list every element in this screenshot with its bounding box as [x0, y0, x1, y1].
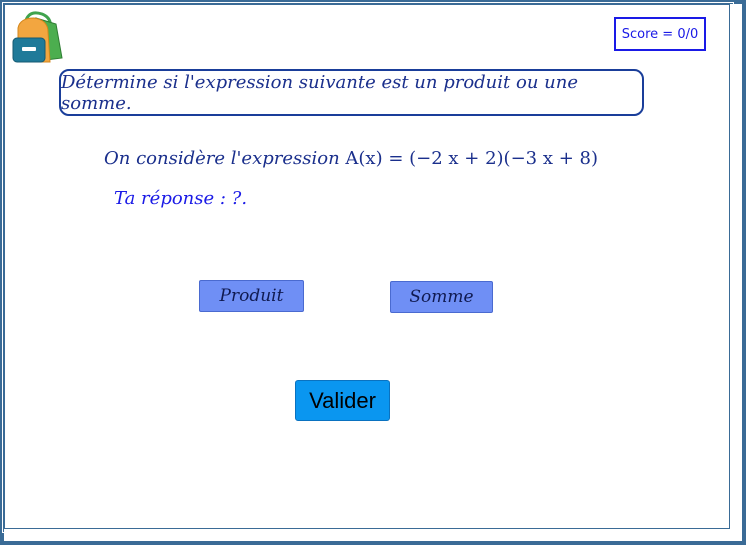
somme-label: Somme: [409, 287, 474, 307]
instruction-box: Détermine si l'expression suivante est u…: [59, 69, 644, 116]
produit-button[interactable]: Produit: [199, 280, 304, 312]
backpack-icon: [12, 11, 63, 63]
somme-button[interactable]: Somme: [390, 281, 493, 313]
valider-button[interactable]: Valider: [295, 380, 390, 421]
score-display: Score = 0/0: [614, 17, 706, 51]
expression-prefix: On considère l'expression: [104, 148, 346, 169]
expression-line: On considère l'expression A(x) = (−2 x +…: [104, 148, 598, 169]
expression-formula: A(x) = (−2 x + 2)(−3 x + 8): [345, 148, 598, 169]
answer-line: Ta réponse : ?.: [114, 188, 248, 209]
valider-label: Valider: [309, 387, 376, 413]
produit-label: Produit: [219, 286, 284, 306]
instruction-text: Détermine si l'expression suivante est u…: [61, 71, 578, 114]
